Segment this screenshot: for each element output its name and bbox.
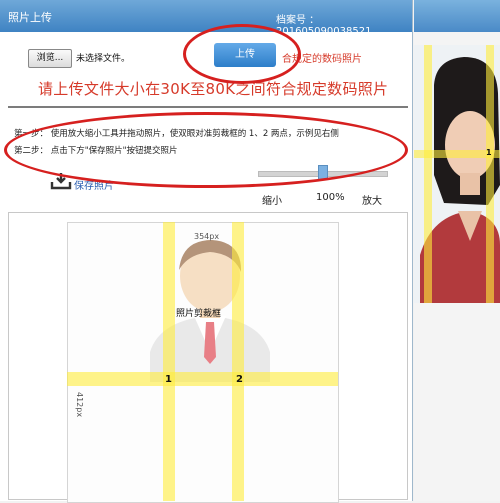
crop-width-label: 354px	[194, 232, 220, 241]
panel-title: 照片上传	[8, 11, 52, 24]
divider	[8, 106, 408, 108]
upload-hint: 请上传文件大小在30K至80K之间符合规定数码照片	[38, 80, 389, 98]
preview-guide-right	[486, 45, 494, 303]
zoom-out-label: 缩小	[262, 196, 282, 207]
eye-marker-1: 1	[165, 374, 172, 385]
guide-band-right	[232, 222, 244, 501]
example-preview-panel: 1	[414, 0, 500, 501]
browse-button[interactable]: 浏览...	[28, 49, 72, 68]
file-number: 档案号 ： 201605090038521	[276, 15, 372, 37]
annotation-ellipse-upload	[183, 24, 301, 84]
zoom-in-label: 放大	[362, 196, 382, 207]
preview-eye-marker: 1	[486, 148, 492, 157]
eye-marker-2: 2	[236, 374, 243, 385]
title-bar: 照片上传 档案号 ： 201605090038521	[0, 0, 412, 37]
example-photo: 1	[414, 45, 500, 303]
preview-title-bar	[414, 0, 500, 32]
crop-frame-label: 照片剪裁框	[176, 309, 222, 319]
annotation-ellipse-steps	[4, 112, 408, 188]
eye-line-band	[67, 372, 338, 386]
file-status: 未选择文件。	[76, 54, 131, 64]
crop-height-label: 412px	[75, 392, 84, 418]
zoom-percent: 100%	[316, 192, 345, 203]
preview-guide-left	[424, 45, 432, 303]
guide-band-left	[163, 222, 175, 501]
